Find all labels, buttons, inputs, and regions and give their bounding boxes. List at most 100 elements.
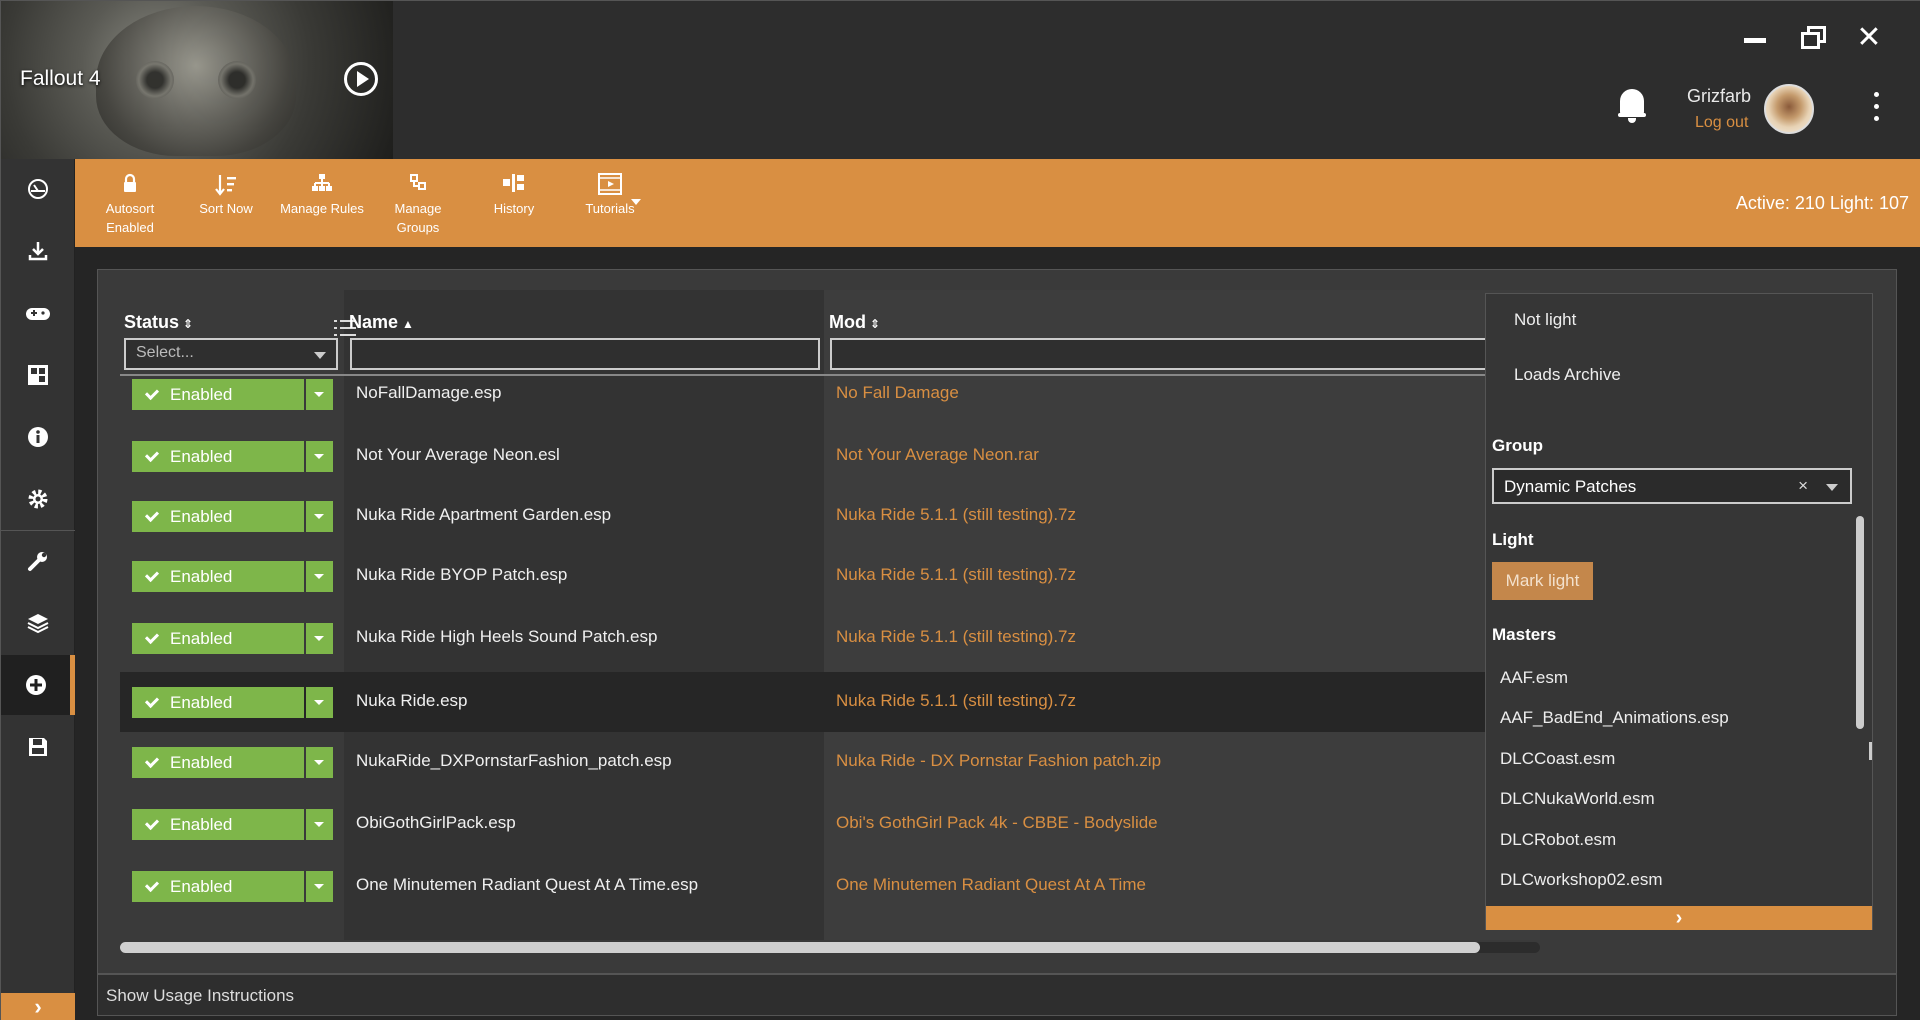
- status-button[interactable]: Enabled: [132, 623, 304, 654]
- collapse-details-chevron-icon[interactable]: ›: [1486, 906, 1872, 930]
- master-item[interactable]: DLCNukaWorld.esm: [1500, 789, 1655, 809]
- autosort-button[interactable]: Autosort Enabled: [85, 173, 175, 237]
- table-row[interactable]: Enabled Not Your Average Neon.esl Not Yo…: [120, 428, 1540, 484]
- status-column-header[interactable]: Status ⇕: [124, 312, 193, 333]
- mod-link[interactable]: Nuka Ride 5.1.1 (still testing).7z: [836, 565, 1076, 585]
- dashboard-icon[interactable]: [1, 159, 75, 219]
- minimize-button[interactable]: [1741, 23, 1771, 53]
- plugin-name: Nuka Ride.esp: [356, 691, 468, 710]
- autosort-label: Autosort Enabled: [105, 201, 155, 235]
- option-loads-archive[interactable]: Loads Archive: [1514, 365, 1621, 385]
- horizontal-scrollbar[interactable]: [120, 942, 1540, 953]
- plugin-details-panel: Not light Loads Archive Group Dynamic Pa…: [1485, 293, 1873, 930]
- table-row[interactable]: Enabled NukaRide_DXPornstarFashion_patch…: [120, 734, 1540, 790]
- mark-light-button[interactable]: Mark light: [1492, 562, 1593, 600]
- groups-icon: [373, 173, 463, 199]
- info-icon[interactable]: [1, 407, 75, 467]
- mod-link[interactable]: Not Your Average Neon.rar: [836, 445, 1039, 465]
- tutorials-button[interactable]: Tutorials: [565, 173, 655, 218]
- status-dropdown-toggle[interactable]: [306, 871, 333, 902]
- plugins-table: Status ⇕ Name ▲ Mod ⇕ Select... Enabled NoF…: [120, 290, 1540, 940]
- restore-button[interactable]: [1798, 23, 1828, 53]
- downloads-icon[interactable]: [1, 221, 75, 281]
- status-button[interactable]: Enabled: [132, 561, 304, 592]
- master-item[interactable]: DLCRobot.esm: [1500, 830, 1616, 850]
- manage-rules-button[interactable]: Manage Rules: [277, 173, 367, 218]
- status-dropdown-toggle[interactable]: [306, 441, 333, 472]
- sort-both-icon: ⇕: [869, 317, 881, 331]
- status-button[interactable]: Enabled: [132, 687, 304, 718]
- status-dropdown-toggle[interactable]: [306, 501, 333, 532]
- group-select[interactable]: Dynamic Patches ×: [1492, 468, 1852, 504]
- name-column-header[interactable]: Name ▲: [349, 312, 414, 333]
- status-button[interactable]: Enabled: [132, 501, 304, 532]
- manage-rules-label: Manage Rules: [280, 201, 364, 216]
- check-icon: [144, 753, 160, 769]
- expand-rail-chevron-icon[interactable]: ›: [1, 993, 75, 1020]
- status-button[interactable]: Enabled: [132, 379, 304, 410]
- scrollbar-thumb[interactable]: [120, 942, 1480, 953]
- history-button[interactable]: History: [469, 173, 559, 218]
- master-item[interactable]: DLCworkshop02.esm: [1500, 870, 1663, 890]
- status-dropdown-toggle[interactable]: [306, 623, 333, 654]
- game-banner[interactable]: Fallout 4: [1, 1, 393, 159]
- manage-groups-button[interactable]: Manage Groups: [373, 173, 463, 237]
- table-row[interactable]: Enabled Nuka Ride Apartment Garden.esp N…: [120, 488, 1540, 544]
- group-heading: Group: [1492, 436, 1543, 455]
- status-button[interactable]: Enabled: [132, 809, 304, 840]
- status-dropdown-toggle[interactable]: [306, 809, 333, 840]
- table-row[interactable]: Enabled One Minutemen Radiant Quest At A…: [120, 858, 1540, 914]
- mod-link[interactable]: Nuka Ride 5.1.1 (still testing).7z: [836, 627, 1076, 647]
- table-row-selected[interactable]: Enabled Nuka Ride.esp Nuka Ride 5.1.1 (s…: [120, 672, 1540, 732]
- vertical-scrollbar[interactable]: [1856, 516, 1864, 729]
- mod-link[interactable]: Nuka Ride 5.1.1 (still testing).7z: [836, 691, 1076, 711]
- status-dropdown-toggle[interactable]: [306, 687, 333, 718]
- tutorials-caret-icon[interactable]: [631, 199, 641, 205]
- mod-link[interactable]: No Fall Damage: [836, 383, 959, 403]
- plugins-add-icon[interactable]: [1, 655, 75, 715]
- status-dropdown-toggle[interactable]: [306, 379, 333, 410]
- table-row[interactable]: Enabled NoFallDamage.esp No Fall Damage: [120, 366, 1540, 422]
- chevron-down-icon: [1826, 484, 1838, 491]
- usage-instructions-bar[interactable]: Show Usage Instructions: [97, 974, 1897, 1016]
- master-item[interactable]: AAF_BadEnd_Animations.esp: [1500, 708, 1729, 728]
- status-dropdown-toggle[interactable]: [306, 561, 333, 592]
- plugin-name: One Minutemen Radiant Quest At A Time.es…: [356, 875, 699, 894]
- more-options-icon[interactable]: [1872, 92, 1880, 124]
- table-row[interactable]: Enabled ObiGothGirlPack.esp Obi's GothGi…: [120, 796, 1540, 852]
- table-row[interactable]: Enabled Nuka Ride High Heels Sound Patch…: [120, 610, 1540, 666]
- status-button[interactable]: Enabled: [132, 747, 304, 778]
- option-not-light[interactable]: Not light: [1514, 310, 1576, 330]
- history-icon: [469, 173, 559, 199]
- status-button[interactable]: Enabled: [132, 871, 304, 902]
- sort-now-label: Sort Now: [199, 201, 253, 216]
- games-controller-icon[interactable]: [1, 283, 75, 343]
- mod-link[interactable]: Nuka Ride - DX Pornstar Fashion patch.zi…: [836, 751, 1161, 771]
- table-row[interactable]: Enabled Nuka Ride BYOP Patch.esp Nuka Ri…: [120, 548, 1540, 604]
- layers-icon[interactable]: [1, 593, 75, 653]
- mod-link[interactable]: Obi's GothGirl Pack 4k - CBBE - Bodyslid…: [836, 813, 1158, 833]
- tools-wrench-icon[interactable]: [1, 531, 75, 591]
- close-button[interactable]: ✕: [1854, 23, 1884, 53]
- mod-column-header[interactable]: Mod ⇕: [829, 312, 880, 333]
- clear-icon[interactable]: ×: [1798, 476, 1808, 496]
- usage-instructions-link[interactable]: Show Usage Instructions: [106, 986, 294, 1006]
- status-button[interactable]: Enabled: [132, 441, 304, 472]
- logout-link[interactable]: Log out: [1695, 114, 1748, 132]
- avatar[interactable]: [1764, 84, 1814, 134]
- mod-link[interactable]: Nuka Ride 5.1.1 (still testing).7z: [836, 505, 1076, 525]
- settings-gear-icon[interactable]: [1, 469, 75, 529]
- mod-link[interactable]: One Minutemen Radiant Quest At A Time: [836, 875, 1146, 895]
- notification-bell-icon[interactable]: [1618, 89, 1646, 123]
- history-label: History: [493, 201, 535, 216]
- master-item[interactable]: DLCCoast.esm: [1500, 749, 1615, 769]
- sort-now-button[interactable]: Sort Now: [181, 173, 271, 218]
- extensions-icon[interactable]: [1, 345, 75, 405]
- status-dropdown-toggle[interactable]: [306, 747, 333, 778]
- check-icon: [144, 629, 160, 645]
- master-item[interactable]: AAF.esm: [1500, 668, 1568, 688]
- scrollbar-marker: [1869, 742, 1872, 760]
- save-disk-icon[interactable]: [1, 717, 75, 777]
- play-icon[interactable]: [344, 62, 378, 96]
- sort-both-icon: ⇕: [183, 317, 194, 331]
